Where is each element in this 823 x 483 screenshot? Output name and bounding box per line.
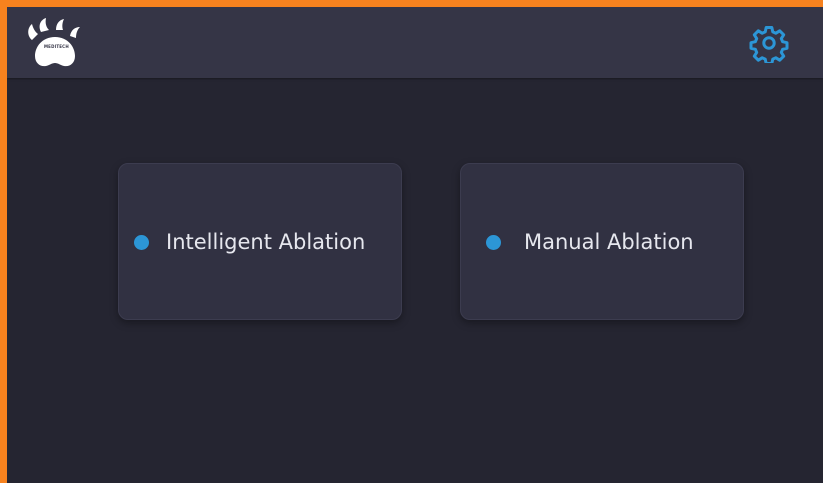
mode-indicator-dot	[134, 235, 149, 250]
app-screen: MEDITECH Intelligent Ablation Manual Abl…	[7, 7, 823, 483]
settings-button[interactable]	[749, 23, 789, 65]
gear-icon	[749, 26, 789, 65]
mode-indicator-dot	[486, 235, 501, 250]
top-bar: MEDITECH	[7, 7, 823, 78]
intelligent-ablation-button[interactable]: Intelligent Ablation	[118, 163, 402, 320]
mode-label: Manual Ablation	[524, 230, 694, 254]
paw-logo-icon	[28, 18, 80, 67]
logo: MEDITECH	[26, 18, 84, 68]
manual-ablation-button[interactable]: Manual Ablation	[460, 163, 744, 320]
mode-label: Intelligent Ablation	[166, 230, 366, 254]
logo-text: MEDITECH	[44, 44, 69, 49]
